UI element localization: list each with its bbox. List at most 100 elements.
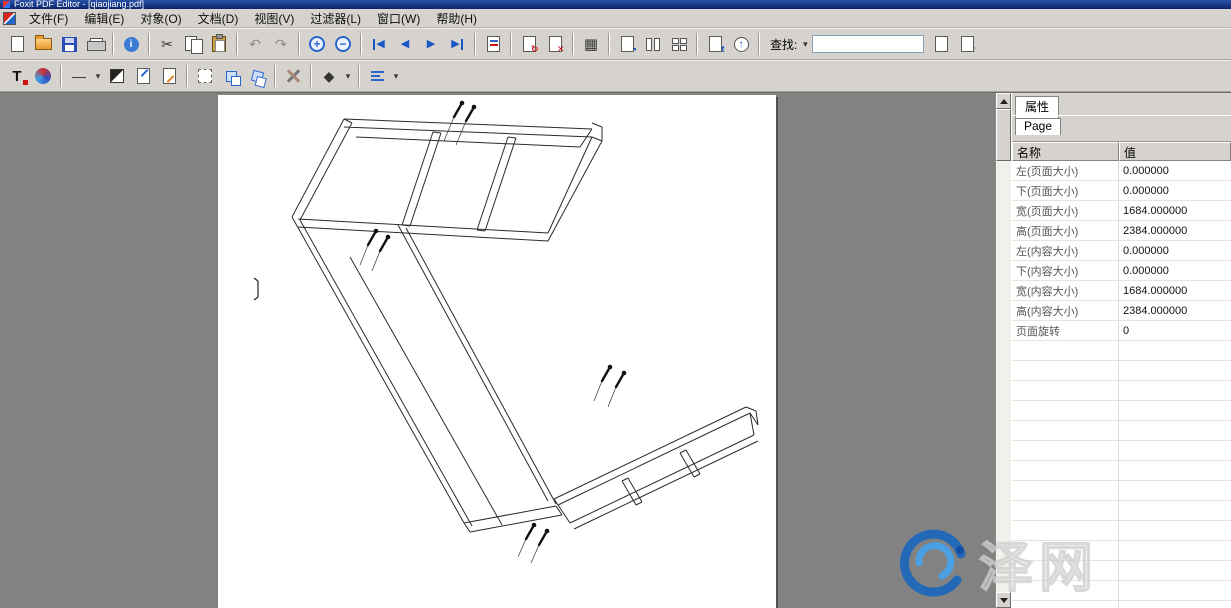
save-floppy-icon [62, 37, 77, 52]
column-header-value[interactable]: 值 [1119, 142, 1231, 161]
new-document-button[interactable] [4, 32, 30, 56]
thumbnail-grid-button[interactable]: ▦ [578, 32, 604, 56]
vertical-scrollbar[interactable] [995, 93, 1011, 608]
pdf-document-icon [3, 12, 16, 25]
column-header-name[interactable]: 名称 [1012, 142, 1119, 161]
redo-button[interactable]: ↷ [268, 32, 294, 56]
color-picker-button[interactable] [30, 64, 56, 88]
rotate-page-icon: ↻ [523, 36, 536, 52]
scrollbar-thumb[interactable] [996, 109, 1011, 161]
first-page-button[interactable]: ◀ [366, 32, 392, 56]
node-icon: ◆ [324, 69, 335, 83]
transform-rotate-button[interactable] [244, 64, 270, 88]
select-object-button[interactable] [192, 64, 218, 88]
property-value[interactable]: 0.000000 [1119, 245, 1231, 257]
property-row[interactable]: 左(页面大小) 0.000000 [1012, 161, 1231, 181]
menu-item[interactable]: 文档(D) [190, 8, 247, 29]
property-value[interactable]: 2384.000000 [1119, 305, 1231, 317]
node-edit-dropdown[interactable]: ▾ [342, 67, 354, 85]
property-value[interactable]: 0.000000 [1119, 165, 1231, 177]
previous-page-button[interactable]: ◀ [392, 32, 418, 56]
align-dropdown[interactable]: ▾ [390, 67, 402, 85]
property-row[interactable]: 高(内容大小) 2384.000000 [1012, 301, 1231, 321]
document-canvas[interactable] [0, 93, 995, 608]
toolbar-separator [236, 33, 238, 55]
line-width-button[interactable]: — [66, 64, 92, 88]
open-button[interactable] [30, 32, 56, 56]
line-width-dropdown[interactable]: ▾ [92, 67, 104, 85]
menu-item[interactable]: 编辑(E) [76, 8, 132, 29]
undo-icon: ↶ [249, 37, 261, 51]
upload-button[interactable]: ↑ [728, 32, 754, 56]
copy-button[interactable] [180, 32, 206, 56]
align-button[interactable] [364, 64, 390, 88]
undo-button[interactable]: ↶ [242, 32, 268, 56]
last-page-button[interactable]: ▶ [444, 32, 470, 56]
chevron-down-icon: ▾ [346, 71, 351, 82]
cut-scissors-icon: ✂ [161, 37, 173, 51]
menu-item[interactable]: 视图(V) [246, 8, 302, 29]
menu-bar: 文件(F) 编辑(E) 对象(O) 文档(D) 视图(V) 过滤器(L) 窗口(… [0, 9, 1231, 28]
property-value[interactable]: 1684.000000 [1119, 205, 1231, 217]
next-page-button[interactable]: ▶ [418, 32, 444, 56]
find-input[interactable] [812, 35, 924, 53]
property-row[interactable]: 高(页面大小) 2384.000000 [1012, 221, 1231, 241]
rotate-page-button[interactable]: ↻ [516, 32, 542, 56]
property-value[interactable]: 2384.000000 [1119, 225, 1231, 237]
property-value[interactable]: 0.000000 [1119, 265, 1231, 277]
fill-style-button[interactable] [104, 64, 130, 88]
two-page-view-button[interactable] [640, 32, 666, 56]
document-properties-button[interactable] [928, 32, 954, 56]
pdf-page[interactable] [218, 95, 776, 608]
transform-button[interactable] [218, 64, 244, 88]
attachments-button[interactable]: ↑ [954, 32, 980, 56]
toolbar-separator [572, 33, 574, 55]
four-page-view-button[interactable] [666, 32, 692, 56]
zoom-in-button[interactable]: + [304, 32, 330, 56]
arrow-down-icon [1000, 598, 1008, 603]
edit-object-icon [137, 68, 150, 84]
zoom-out-button[interactable]: − [330, 32, 356, 56]
menu-item[interactable]: 对象(O) [132, 8, 189, 29]
menu-item[interactable]: 窗口(W) [369, 8, 428, 29]
save-button[interactable] [56, 32, 82, 56]
menu-item[interactable]: 帮助(H) [428, 8, 485, 29]
property-value[interactable]: 1684.000000 [1119, 285, 1231, 297]
paste-button[interactable] [206, 32, 232, 56]
toolbar-separator [474, 33, 476, 55]
find-dropdown-button[interactable]: ▾ [799, 35, 811, 53]
menu-item[interactable]: 过滤器(L) [302, 8, 369, 29]
cut-button[interactable]: ✂ [154, 32, 180, 56]
edit-object-button[interactable] [130, 64, 156, 88]
align-bars-icon [371, 71, 384, 81]
redo-icon: ↷ [275, 37, 287, 51]
about-button[interactable]: i [118, 32, 144, 56]
property-row[interactable]: 页面旋转 0 [1012, 321, 1231, 341]
node-edit-button[interactable]: ◆ [316, 64, 342, 88]
main-area: 属性 Page 名称 值 左(页面大小) 0.000000 [0, 92, 1231, 608]
scrollbar-track[interactable] [996, 161, 1011, 592]
panel-tab-page[interactable]: Page [1015, 118, 1061, 135]
page-layout-button[interactable] [480, 32, 506, 56]
property-value[interactable]: 0.000000 [1119, 185, 1231, 197]
page-preview-button[interactable]: ▪ [614, 32, 640, 56]
property-row[interactable]: 下(页面大小) 0.000000 [1012, 181, 1231, 201]
extract-text-button[interactable]: t [702, 32, 728, 56]
attachments-icon: ↑ [961, 36, 974, 52]
scroll-up-button[interactable] [996, 93, 1011, 109]
edit-form-button[interactable] [156, 64, 182, 88]
upload-arrow-icon: ↑ [734, 37, 749, 52]
property-row[interactable]: 宽(页面大小) 1684.000000 [1012, 201, 1231, 221]
property-row[interactable]: 下(内容大小) 0.000000 [1012, 261, 1231, 281]
property-row[interactable]: 宽(内容大小) 1684.000000 [1012, 281, 1231, 301]
chevron-down-icon: ▾ [394, 71, 399, 82]
first-page-icon: ◀ [373, 39, 384, 50]
text-tool-button[interactable]: T [4, 64, 30, 88]
property-row[interactable]: 左(内容大小) 0.000000 [1012, 241, 1231, 261]
tools-button[interactable] [280, 64, 306, 88]
menu-item[interactable]: 文件(F) [21, 8, 76, 29]
print-button[interactable] [82, 32, 108, 56]
scroll-down-button[interactable] [996, 592, 1011, 608]
property-value[interactable]: 0 [1119, 325, 1231, 337]
delete-page-button[interactable]: ✕ [542, 32, 568, 56]
